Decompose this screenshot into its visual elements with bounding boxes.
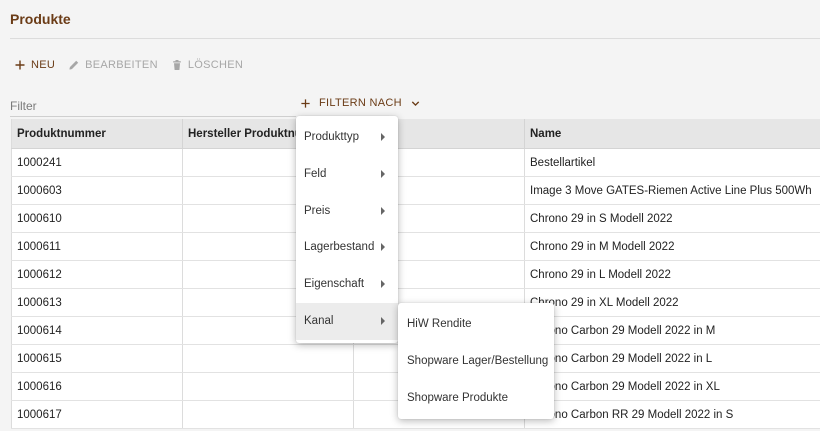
- cell-name: Chrono 29 in S Modell 2022: [524, 204, 820, 233]
- cell-name: Chrono 29 in L Modell 2022: [524, 260, 820, 289]
- menu-item-kanal[interactable]: Kanal: [296, 302, 398, 340]
- cell-product-number: 1000614: [11, 316, 183, 345]
- cell-product-number: 1000241: [11, 148, 183, 177]
- chevron-down-icon: [411, 100, 420, 106]
- cell-product-number: 1000617: [11, 400, 183, 429]
- cell-product-number: 1000613: [11, 288, 183, 317]
- filter-by-button[interactable]: FILTERN NACH: [300, 97, 421, 109]
- filter-menu: Produkttyp Feld Preis Lagerbestand Eigen…: [296, 116, 398, 343]
- caret-right-icon: [381, 133, 385, 141]
- table-row[interactable]: 1000612 Chrono 29 in L Modell 2022: [11, 260, 820, 289]
- plus-icon: [301, 98, 310, 108]
- menu-item-label: Preis: [304, 204, 331, 217]
- filter-by-label: FILTERN NACH: [319, 97, 402, 109]
- cell-name: Bestellartikel: [524, 148, 820, 177]
- filter-input-underline: [10, 116, 296, 117]
- menu-item-preis[interactable]: Preis: [296, 193, 398, 230]
- cell-name: Image 3 Move GATES-Riemen Active Line Pl…: [524, 176, 820, 205]
- cell-name: Chrono Carbon 29 Modell 2022 in M: [524, 316, 820, 345]
- caret-right-icon: [381, 206, 385, 215]
- delete-button[interactable]: LÖSCHEN: [171, 59, 243, 71]
- menu-item-label: Produkttyp: [304, 131, 359, 143]
- table-header-row: Produktnummer Hersteller Produktnu Name: [11, 119, 820, 149]
- title-divider: [10, 38, 820, 39]
- cell-name: Chrono Carbon 29 Modell 2022 in L: [524, 344, 820, 373]
- cell-product-number: 1000610: [11, 204, 183, 233]
- cell-manufacturer-number: [182, 372, 354, 401]
- cell-product-number: 1000612: [11, 260, 183, 289]
- cell-product-number: 1000616: [11, 372, 183, 401]
- new-button-label: NEU: [31, 59, 56, 71]
- delete-button-label: LÖSCHEN: [187, 59, 244, 71]
- caret-right-icon: [381, 169, 385, 178]
- pencil-icon: [69, 60, 79, 70]
- menu-item-produkttyp[interactable]: Produkttyp: [296, 119, 398, 156]
- table-row[interactable]: 1000241 Bestellartikel: [11, 148, 820, 177]
- caret-right-icon: [381, 316, 385, 325]
- menu-item-feld[interactable]: Feld: [296, 156, 398, 193]
- cell-manufacturer-number: [182, 344, 354, 373]
- trash-icon: [173, 60, 181, 70]
- channel-submenu: HiW Rendite Shopware Lager/Bestellung Sh…: [398, 303, 554, 420]
- edit-button-label: BEARBEITEN: [85, 59, 158, 71]
- column-header-name[interactable]: Name: [524, 119, 820, 149]
- filter-input[interactable]: Filter: [10, 99, 37, 113]
- caret-right-icon: [381, 280, 385, 289]
- menu-item-lagerbestand[interactable]: Lagerbestand: [296, 229, 398, 266]
- cell-name: Chrono 29 in XL Modell 2022: [524, 288, 820, 317]
- menu-item-label: Eigenschaft: [304, 278, 365, 291]
- cell-product-number: 1000615: [11, 344, 183, 373]
- table-row[interactable]: 1000610 Chrono 29 in S Modell 2022: [11, 204, 820, 233]
- submenu-item-hiw-rendite[interactable]: HiW Rendite: [398, 306, 554, 343]
- toolbar: NEU BEARBEITEN LÖSCHEN: [14, 59, 243, 71]
- cell-manufacturer-number: [182, 400, 354, 429]
- table-row[interactable]: 1000611 Chrono 29 in M Modell 2022: [11, 232, 820, 261]
- new-button[interactable]: NEU: [14, 59, 55, 71]
- column-header-product-number[interactable]: Produktnummer: [11, 119, 183, 149]
- cell-product-number: 1000603: [11, 176, 183, 205]
- cell-name: Chrono Carbon 29 Modell 2022 in XL: [524, 372, 820, 401]
- edit-button[interactable]: BEARBEITEN: [68, 59, 158, 71]
- menu-item-eigenschaft[interactable]: Eigenschaft: [296, 266, 398, 303]
- plus-icon: [15, 60, 25, 70]
- menu-item-label: Lagerbestand: [304, 241, 375, 254]
- menu-item-label: Kanal: [304, 314, 334, 327]
- submenu-item-shopware-produkte[interactable]: Shopware Produkte: [398, 380, 554, 417]
- cell-name: Chrono 29 in M Modell 2022: [524, 232, 820, 261]
- submenu-item-shopware-lager[interactable]: Shopware Lager/Bestellung: [398, 343, 554, 380]
- cell-name: Chrono Carbon RR 29 Modell 2022 in S: [524, 400, 820, 429]
- cell-product-number: 1000611: [11, 232, 183, 261]
- page-title: Produkte: [10, 11, 71, 27]
- menu-item-label: Feld: [304, 167, 327, 180]
- caret-right-icon: [381, 243, 385, 252]
- table-row[interactable]: 1000603 Image 3 Move GATES-Riemen Active …: [11, 176, 820, 205]
